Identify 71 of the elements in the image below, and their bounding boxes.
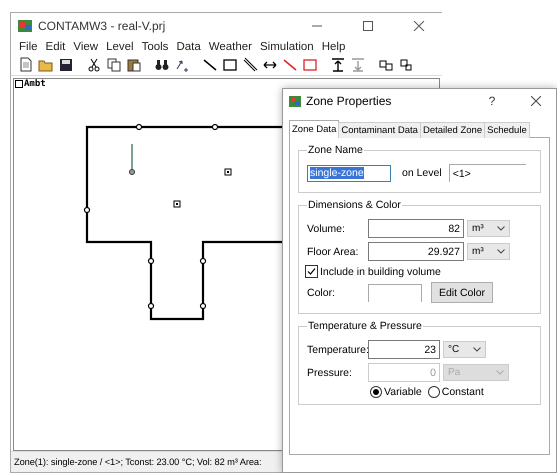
checkbox-label: Include in building volume [320,266,441,278]
app-logo-icon [17,18,33,32]
double-line-icon [242,57,258,73]
group-label: Dimensions & Color [307,199,402,211]
cut-icon [86,57,102,73]
help-button[interactable]: ? [472,89,512,113]
maximize-icon [362,20,374,30]
window-icon [398,57,414,73]
unit-dropdown[interactable]: m³ [467,220,510,237]
field-label: Pressure: [307,366,353,378]
tab[interactable]: Detailed Zone [420,122,486,138]
rectangle-tool-icon [222,57,238,73]
color-swatch [368,284,422,302]
checkbox[interactable] [305,265,318,278]
menu-item[interactable]: Tools [138,40,172,52]
field-label: Color: [307,286,336,298]
zone-name-field[interactable]: single-zone [307,164,391,182]
menu-item[interactable]: Level [102,40,138,52]
paste-icon [126,57,142,73]
group-label: Temperature & Pressure [307,320,423,332]
square-icon [302,57,318,73]
menu-item[interactable]: Simulation [256,40,318,52]
save-icon [58,57,74,73]
double-line-button[interactable] [241,56,259,74]
line-tool-icon [202,57,218,73]
number-field[interactable]: 29.927 [368,242,464,261]
caret-icon [497,249,505,254]
caret-icon [496,370,504,375]
dialog-title: Zone Properties [306,94,392,108]
menu-item[interactable]: Weather [204,40,256,52]
menu-item[interactable]: File [15,40,42,52]
app-logo-icon [288,94,302,108]
menu-item[interactable]: Data [172,40,205,52]
close-icon [413,20,425,30]
level-up-icon [330,57,346,73]
field-label: Floor Area: [307,246,360,258]
copy-icon [106,57,122,73]
radio-button[interactable]: Variable [370,386,422,398]
menu-item[interactable]: View [69,40,102,52]
group-label: Zone Name [307,144,364,156]
slash-icon [282,57,298,73]
tab[interactable]: Contaminant Data [338,122,421,138]
copy-button[interactable] [105,56,123,74]
level-label: Ambt [24,79,46,89]
sensor-icon [174,200,180,208]
binoculars-icon [154,57,170,73]
status-text: Zone(1): single-zone / <1>; Tconst: 23.00 °C; Vol: 82 m³ Area: [14,457,262,467]
close-icon [531,96,541,106]
number-field[interactable]: 82 [368,219,464,238]
save-button[interactable] [57,56,75,74]
duct-icon [129,144,135,175]
level-up-button[interactable] [329,56,347,74]
window-title: CONTAMW3 - real-V.prj [38,18,166,32]
zone-marker-icon [224,168,232,176]
unit-dropdown[interactable]: °C [443,341,486,358]
tab[interactable]: Zone Data [289,120,340,138]
tab[interactable]: Schedule [484,122,530,138]
edit-color-button[interactable]: Edit Color [431,282,493,303]
new-file-icon [18,57,34,73]
caret-icon [497,226,505,231]
caret-icon [473,347,481,352]
field-label: Volume: [307,222,346,234]
menu-item[interactable]: Edit [42,40,70,52]
number-field[interactable]: 23 [368,340,440,359]
unit-dropdown[interactable]: m³ [467,243,510,260]
level-box-icon [15,80,23,88]
menu-item[interactable]: Help [318,40,350,52]
level-down-icon [350,57,366,73]
field-label: on Level [402,167,442,179]
radio-button[interactable]: Constant [428,386,484,398]
level-field[interactable]: <1> [448,164,526,182]
